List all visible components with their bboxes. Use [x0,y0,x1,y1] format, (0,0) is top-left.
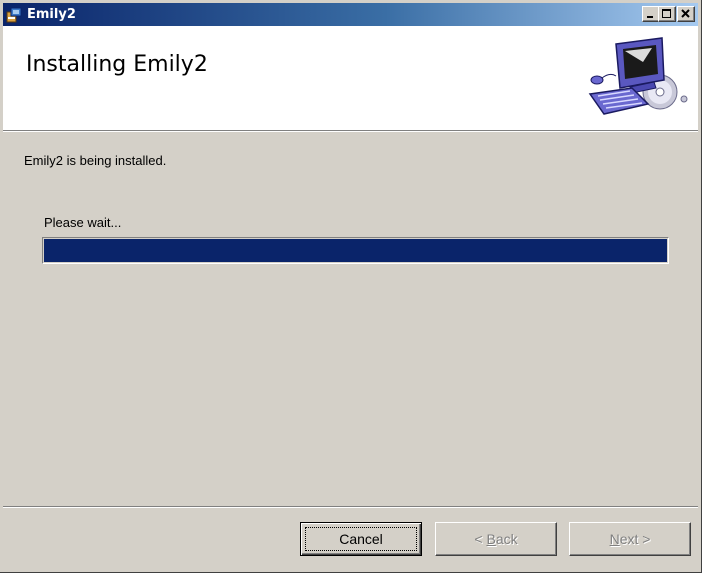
header-highlight-line [3,131,698,132]
progress-fill [44,239,667,262]
back-button[interactable]: < Back [435,522,557,556]
installer-window: Emily2 Installing Emily2 Emily2 is being… [0,0,702,573]
installer-icon [6,6,23,23]
next-button-label: Next > [609,531,651,547]
computer-cd-icon [582,32,692,122]
progress-bar [42,237,669,264]
title-bar[interactable]: Emily2 [3,3,698,26]
maximize-button[interactable] [658,6,676,22]
cancel-button[interactable]: Cancel [300,522,422,556]
footer-separator [3,506,698,508]
please-wait-label: Please wait... [44,215,122,230]
back-button-label: < Back [474,531,518,547]
next-button[interactable]: Next > [569,522,691,556]
cancel-button-label: Cancel [339,531,383,547]
header-banner: Installing Emily2 [3,26,698,131]
close-button[interactable] [677,6,695,22]
install-status-text: Emily2 is being installed. [24,153,167,168]
window-title: Emily2 [27,7,76,22]
page-title: Installing Emily2 [26,52,208,77]
